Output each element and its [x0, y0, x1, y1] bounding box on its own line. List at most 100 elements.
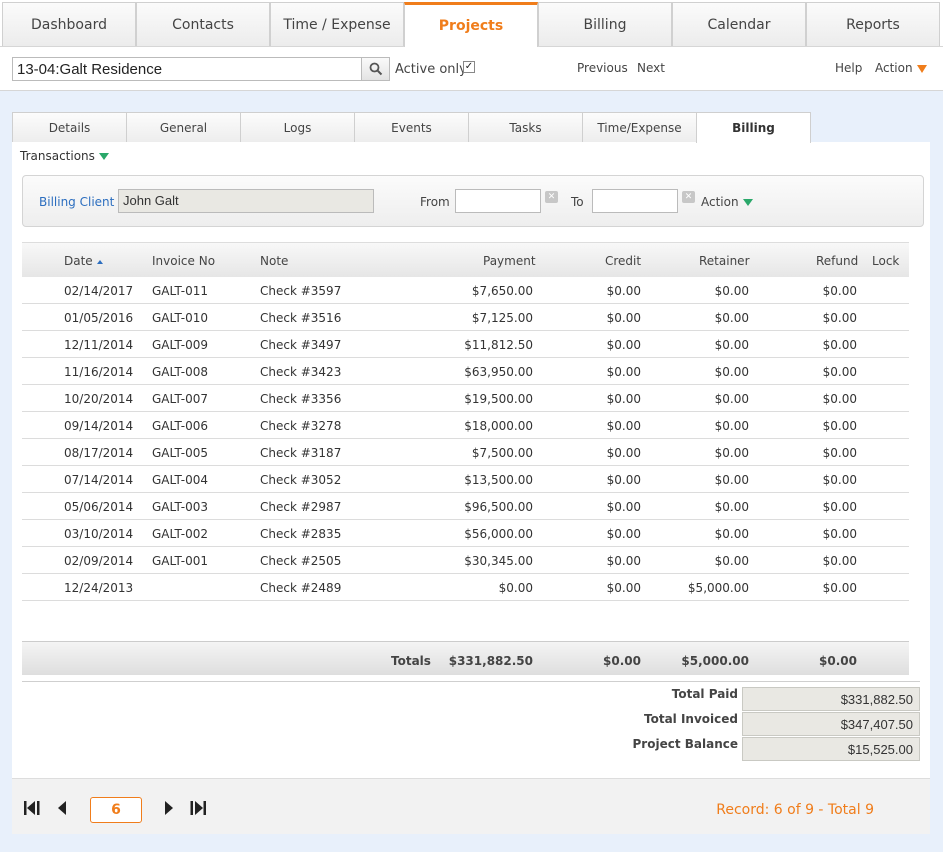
row-payment: $7,650.00	[471, 284, 533, 298]
row-refund: $0.00	[822, 473, 857, 487]
transactions-dropdown[interactable]: Transactions	[20, 149, 109, 163]
column-header-payment[interactable]: Payment	[483, 254, 536, 268]
clear-from-icon[interactable]: ✕	[545, 191, 558, 203]
column-header-note[interactable]: Note	[260, 254, 288, 268]
active-only-label: Active only	[395, 62, 467, 77]
total-invoiced-field: $347,407.50	[742, 712, 920, 736]
row-note: Check #2835	[260, 527, 342, 541]
from-date-input[interactable]	[455, 189, 541, 213]
nav-tab-projects[interactable]: Projects	[404, 2, 538, 47]
previous-link[interactable]: Previous	[577, 61, 628, 75]
subtab-time-expense[interactable]: Time/Expense	[582, 112, 697, 142]
column-header-lock[interactable]: Lock	[872, 254, 899, 268]
column-header-date-label: Date	[64, 254, 93, 268]
help-link[interactable]: Help	[835, 61, 862, 75]
subtab-events[interactable]: Events	[354, 112, 469, 142]
row-refund: $0.00	[822, 554, 857, 568]
current-page-input[interactable]: 6	[90, 797, 142, 823]
subtab-details[interactable]: Details	[12, 112, 127, 142]
row-refund: $0.00	[822, 581, 857, 595]
filter-action-menu[interactable]: Action	[701, 195, 753, 209]
column-header-date[interactable]: Date	[64, 254, 103, 268]
table-row[interactable]: 10/20/2014 GALT-007 Check #3356 $19,500.00 $…	[22, 385, 909, 412]
row-refund: $0.00	[822, 311, 857, 325]
row-date: 07/14/2014	[64, 473, 134, 487]
nav-tab-billing[interactable]: Billing	[538, 2, 672, 46]
row-date: 01/05/2016	[64, 311, 134, 325]
row-date: 03/10/2014	[64, 527, 134, 541]
row-note: Check #2489	[260, 581, 342, 595]
total-invoiced-label: Total Invoiced	[644, 712, 738, 726]
table-row[interactable]: 08/17/2014 GALT-005 Check #3187 $7,500.00 $0…	[22, 439, 909, 466]
action-menu-label: Action	[875, 61, 913, 75]
chevron-down-icon	[98, 153, 109, 160]
row-note: Check #3423	[260, 365, 342, 379]
billing-client-link[interactable]: Billing Client	[39, 195, 114, 209]
subtab-general[interactable]: General	[126, 112, 241, 142]
row-date: 11/16/2014	[64, 365, 134, 379]
nav-tab-calendar[interactable]: Calendar	[672, 2, 806, 46]
row-note: Check #3052	[260, 473, 342, 487]
search-button[interactable]	[361, 57, 390, 81]
total-retainer: $5,000.00	[681, 654, 749, 668]
to-date-input[interactable]	[592, 189, 678, 213]
column-header-credit[interactable]: Credit	[605, 254, 641, 268]
table-row[interactable]: 01/05/2016 GALT-010 Check #3516 $7,125.00 $0…	[22, 304, 909, 331]
project-search-input[interactable]	[12, 57, 362, 81]
active-only-checkbox[interactable]: ✓	[463, 61, 475, 73]
subtab-logs[interactable]: Logs	[240, 112, 355, 142]
row-retainer: $0.00	[714, 311, 749, 325]
row-credit: $0.00	[606, 365, 641, 379]
table-row[interactable]: 09/14/2014 GALT-006 Check #3278 $18,000.00 $…	[22, 412, 909, 439]
row-payment: $7,500.00	[471, 446, 533, 460]
row-invoice-no: GALT-002	[152, 527, 209, 541]
project-balance-field: $15,525.00	[742, 737, 920, 761]
column-header-invoice-no[interactable]: Invoice No	[152, 254, 215, 268]
sort-ascending-icon	[96, 259, 103, 264]
total-refund: $0.00	[819, 654, 857, 668]
first-record-icon[interactable]	[24, 801, 42, 815]
column-header-retainer[interactable]: Retainer	[699, 254, 750, 268]
row-payment: $13,500.00	[464, 473, 533, 487]
nav-tab-dashboard[interactable]: Dashboard	[2, 2, 136, 46]
nav-tab-reports[interactable]: Reports	[806, 2, 940, 46]
row-credit: $0.00	[606, 527, 641, 541]
table-row[interactable]: 11/16/2014 GALT-008 Check #3423 $63,950.00 $…	[22, 358, 909, 385]
nav-tab-time-expense[interactable]: Time / Expense	[270, 2, 404, 46]
row-date: 10/20/2014	[64, 392, 134, 406]
subtab-billing[interactable]: Billing	[696, 112, 811, 143]
billing-client-field: John Galt	[118, 189, 374, 213]
table-row[interactable]: 12/24/2013 Check #2489 $0.00 $0.00 $5,000.00…	[22, 574, 909, 601]
row-payment: $56,000.00	[464, 527, 533, 541]
column-header-refund[interactable]: Refund	[816, 254, 858, 268]
table-row[interactable]: 07/14/2014 GALT-004 Check #3052 $13,500.00 $…	[22, 466, 909, 493]
clear-to-icon[interactable]: ✕	[682, 191, 695, 203]
last-record-icon[interactable]	[188, 801, 206, 815]
next-record-icon[interactable]	[164, 801, 174, 815]
table-row[interactable]: 05/06/2014 GALT-003 Check #2987 $96,500.00 $…	[22, 493, 909, 520]
totals-row: Totals $331,882.50 $0.00 $5,000.00 $0.00	[22, 641, 909, 675]
row-credit: $0.00	[606, 419, 641, 433]
total-payment: $331,882.50	[448, 654, 533, 668]
nav-tab-contacts[interactable]: Contacts	[136, 2, 270, 46]
row-credit: $0.00	[606, 500, 641, 514]
row-refund: $0.00	[822, 527, 857, 541]
row-credit: $0.00	[606, 284, 641, 298]
row-credit: $0.00	[606, 446, 641, 460]
row-payment: $11,812.50	[464, 338, 533, 352]
table-row[interactable]: 03/10/2014 GALT-002 Check #2835 $56,000.00 $…	[22, 520, 909, 547]
project-balance-label: Project Balance	[632, 737, 739, 751]
row-note: Check #3278	[260, 419, 342, 433]
row-date: 09/14/2014	[64, 419, 134, 433]
table-row[interactable]: 02/09/2014 GALT-001 Check #2505 $30,345.00 $…	[22, 547, 909, 574]
subtab-tasks[interactable]: Tasks	[468, 112, 583, 142]
table-row[interactable]: 12/11/2014 GALT-009 Check #3497 $11,812.50 $…	[22, 331, 909, 358]
row-credit: $0.00	[606, 338, 641, 352]
action-menu[interactable]: Action	[875, 61, 927, 75]
previous-record-icon[interactable]	[57, 801, 67, 815]
row-retainer: $0.00	[714, 392, 749, 406]
next-link[interactable]: Next	[637, 61, 665, 75]
to-label: To	[571, 195, 584, 209]
row-date: 12/24/2013	[64, 581, 134, 595]
table-row[interactable]: 02/14/2017 GALT-011 Check #3597 $7,650.00 $0…	[22, 277, 909, 304]
